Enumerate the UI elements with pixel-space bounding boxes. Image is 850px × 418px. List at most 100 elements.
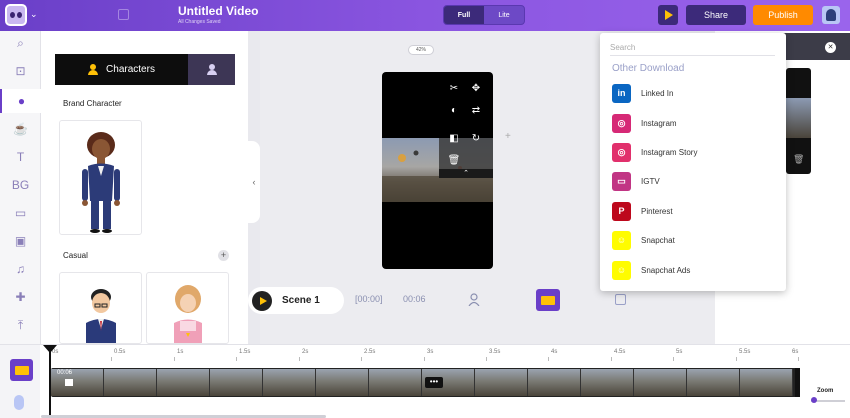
microphone-icon[interactable] xyxy=(14,395,24,410)
share-button[interactable]: Share xyxy=(686,5,746,25)
copy-icon[interactable] xyxy=(118,9,129,20)
filmstrip-frame xyxy=(740,369,793,396)
timeline-tick-label: 4s xyxy=(551,349,558,355)
scene-play-button[interactable] xyxy=(252,290,272,311)
thumbnail-trash-icon[interactable]: 🗑 xyxy=(793,154,804,165)
rail-character-button[interactable]: ● xyxy=(0,89,41,113)
share-option-snapchat-ads[interactable]: ☺ Snapchat Ads xyxy=(612,259,782,281)
move-icon[interactable]: ✥ xyxy=(469,81,483,95)
rail-music-button[interactable]: ♫ xyxy=(0,257,41,281)
panel-collapse-handle[interactable]: ‹ xyxy=(248,141,260,223)
scissors-icon[interactable]: ✂ xyxy=(447,81,461,95)
timeline-ruler[interactable]: 0s 0.5s 1s 1.5s 2s 2.5s 3s 3.5s 4s 4.5s 5s 5.5s 6s xyxy=(49,349,800,361)
rail-text-button[interactable]: T xyxy=(0,145,41,169)
character-outline-icon[interactable] xyxy=(468,293,480,306)
timeline-tick-label: 2s xyxy=(302,349,309,355)
scene-name[interactable]: Scene 1 xyxy=(282,295,320,306)
rail-props-button[interactable]: ☕ xyxy=(0,117,41,141)
scene-control: Scene 1 xyxy=(248,287,344,314)
share-option-label: Snapchat xyxy=(641,235,675,245)
filmstrip-frame xyxy=(581,369,634,396)
timeline-tick-mark xyxy=(736,357,737,361)
linkedin-icon: in xyxy=(612,83,631,103)
canvas-zoom-indicator[interactable]: 42% xyxy=(408,45,434,55)
timeline-tick-mark xyxy=(236,357,237,361)
rail-search-button[interactable]: ⌕ xyxy=(0,31,41,55)
mode-lite-button[interactable]: Lite xyxy=(484,6,524,24)
video-icon: ▣ xyxy=(14,234,27,248)
rail-background-button[interactable]: BG xyxy=(0,173,41,197)
track-end-handle[interactable] xyxy=(795,368,800,397)
rail-video-button[interactable]: ▣ xyxy=(0,229,41,253)
share-option-label: Instagram xyxy=(641,118,677,128)
characters-tab[interactable]: Characters xyxy=(55,54,188,85)
swap-icon[interactable]: ⇄ xyxy=(469,103,483,117)
timeline-tick-label: 0.5s xyxy=(114,349,126,355)
share-option-snapchat[interactable]: ☺ Snapchat xyxy=(612,229,782,251)
character-card-brand[interactable] xyxy=(59,120,142,235)
scene-icon: ⊡ xyxy=(15,64,26,78)
filmstrip-frame xyxy=(634,369,687,396)
effects-icon: ✚ xyxy=(15,290,26,304)
share-option-linkedin[interactable]: in Linked In xyxy=(612,82,782,104)
scene-start-time: [00:00] xyxy=(355,294,383,304)
timeline-tick-mark xyxy=(111,357,112,361)
timeline-track[interactable]: 00:06 ••• xyxy=(51,368,800,397)
playhead[interactable] xyxy=(49,345,51,418)
focus-icon[interactable] xyxy=(615,294,626,305)
share-option-igtv[interactable]: ▭ IGTV xyxy=(612,170,782,192)
text-icon: T xyxy=(16,150,25,164)
mode-full-button[interactable]: Full xyxy=(444,6,484,24)
mode-toggle: Full Lite xyxy=(443,5,525,25)
rail-scene-button[interactable]: ⊡ xyxy=(0,59,41,83)
play-icon xyxy=(665,10,673,20)
logo-eye-left xyxy=(10,12,15,18)
close-icon[interactable]: ✕ xyxy=(825,42,836,53)
share-option-pinterest[interactable]: P Pinterest xyxy=(612,200,782,222)
characters-tab-label: Characters xyxy=(106,64,155,75)
trash-icon[interactable]: 🗑 xyxy=(447,153,461,167)
props-icon: ☕ xyxy=(13,122,28,136)
pinterest-icon: P xyxy=(612,201,631,221)
app-logo-icon[interactable] xyxy=(5,4,27,26)
video-title[interactable]: Untitled Video xyxy=(178,4,258,18)
tools-collapse-button[interactable]: ⌃ xyxy=(439,169,493,178)
right-panel-thumbnail[interactable]: 🗑 xyxy=(786,68,811,174)
track-more-button[interactable]: ••• xyxy=(425,377,443,388)
rail-effects-button[interactable]: ✚ xyxy=(0,285,41,309)
character-man-illustration xyxy=(86,289,116,343)
zoom-slider-knob[interactable] xyxy=(811,397,817,403)
scene-thumbnail[interactable] xyxy=(536,289,560,311)
character-card-casual-woman[interactable] xyxy=(146,272,229,344)
timeline: 0s 0.5s 1s 1.5s 2s 2.5s 3s 3.5s 4s 4.5s 5s 5.5s 6s 0… xyxy=(0,344,850,418)
playhead-handle-icon[interactable] xyxy=(43,345,57,353)
character-card-casual-man[interactable] xyxy=(59,272,142,344)
timeline-scene-thumbnail[interactable] xyxy=(10,359,33,381)
user-avatar[interactable] xyxy=(822,6,840,24)
rail-image-button[interactable]: ▭ xyxy=(0,201,41,225)
timeline-tick-mark xyxy=(299,357,300,361)
rail-upload-button[interactable]: ⤒ xyxy=(0,313,41,337)
add-casual-button[interactable]: + xyxy=(218,250,229,261)
share-option-instagram-story[interactable]: ◎ Instagram Story xyxy=(612,141,782,163)
contrast-icon[interactable]: ◐ xyxy=(447,103,461,117)
character-icon: ● xyxy=(17,94,26,108)
add-character-button[interactable] xyxy=(188,54,235,85)
preview-play-button[interactable] xyxy=(658,5,678,25)
add-element-icon[interactable]: + xyxy=(505,131,511,142)
dropdown-search-input[interactable]: Search xyxy=(610,42,775,56)
rotate-icon[interactable]: ↻ xyxy=(469,131,483,145)
timeline-tick-mark xyxy=(798,357,799,361)
video-canvas-preview[interactable]: ✂ ✥ ◐ ⇄ ◧ ↻ 🗑 ⌃ xyxy=(382,72,493,269)
chevron-down-icon[interactable]: ⌄ xyxy=(30,9,38,20)
layer-icon[interactable]: ◧ xyxy=(447,131,461,145)
add-person-icon xyxy=(206,64,217,75)
timeline-left-column xyxy=(0,345,40,418)
speaker-icon[interactable] xyxy=(65,379,73,386)
timeline-tick-label: 6s xyxy=(792,349,799,355)
publish-button[interactable]: Publish xyxy=(753,5,813,25)
scene-duration[interactable]: 00:06 xyxy=(403,294,426,304)
zoom-label: Zoom xyxy=(817,388,834,394)
share-option-instagram[interactable]: ◎ Instagram xyxy=(612,112,782,134)
share-option-label: Pinterest xyxy=(641,206,673,216)
